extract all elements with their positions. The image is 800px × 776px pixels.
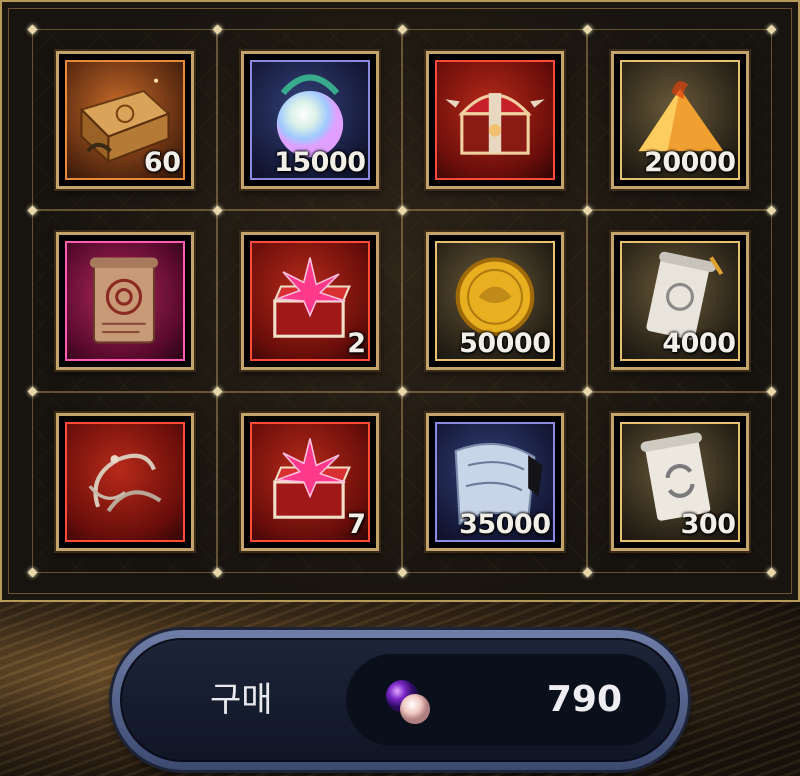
- item-quantity: 4000: [662, 327, 736, 359]
- item-slot-gold-pile[interactable]: 20000: [610, 50, 749, 189]
- item-slot-gold-coin[interactable]: 50000: [425, 231, 564, 370]
- item-slot-silver-cloth[interactable]: 35000: [425, 413, 564, 552]
- grid-cell: 35000: [402, 391, 587, 573]
- item-quantity: 7: [347, 509, 366, 541]
- item-slot-seal-scroll[interactable]: [55, 231, 194, 370]
- item-frame: [64, 240, 185, 361]
- item-slot-spirit-orb[interactable]: 15000: [240, 50, 379, 189]
- item-quantity: 2: [347, 327, 366, 359]
- purple-gem-icon: [386, 680, 430, 724]
- item-slot-rune-scroll[interactable]: 4000: [610, 231, 749, 370]
- purchase-label: 구매: [210, 680, 273, 720]
- price-display: 790: [346, 654, 666, 746]
- purchase-button[interactable]: 구매 790: [112, 630, 688, 770]
- grid-cell: 2: [217, 210, 402, 392]
- item-quantity: 300: [680, 509, 736, 541]
- grid-cell: 300: [587, 391, 772, 573]
- grid-cell: [32, 391, 217, 573]
- hook-rope-icon: [88, 454, 161, 513]
- item-slot-recycle-scroll[interactable]: 300: [610, 413, 749, 552]
- grid-cell: [32, 210, 217, 392]
- price-value: 790: [546, 679, 622, 720]
- grid-cell: 7: [217, 391, 402, 573]
- item-frame: [64, 422, 185, 543]
- item-quantity: 20000: [644, 146, 736, 178]
- grid-cell: [402, 29, 587, 211]
- item-quantity: 15000: [274, 146, 366, 178]
- item-grid: 60 15000 20000 2 50000 4000 7 35000 300: [32, 29, 772, 573]
- item-quantity: 35000: [459, 509, 551, 541]
- grid-cell: 60: [32, 29, 217, 211]
- seal-scroll-icon: [89, 257, 158, 344]
- shop-panel: 60 15000 20000 2 50000 4000 7 35000 300: [0, 0, 800, 602]
- item-slot-red-treasure-chest[interactable]: [425, 50, 564, 189]
- grid-cell: 15000: [217, 29, 402, 211]
- grid-cell: 20000: [587, 29, 772, 211]
- item-slot-crystal-box[interactable]: 7: [240, 413, 379, 552]
- item-slot-hook-rope[interactable]: [55, 413, 194, 552]
- grid-node-ornament: [766, 567, 777, 578]
- purchase-button-inner: 구매 790: [120, 638, 680, 762]
- item-quantity: 60: [143, 146, 181, 178]
- treasure-chest-icon: [444, 92, 545, 155]
- grid-cell: 50000: [402, 210, 587, 392]
- item-slot-ornate-chest[interactable]: 60: [55, 50, 194, 189]
- item-frame: [434, 59, 555, 180]
- item-quantity: 50000: [459, 327, 551, 359]
- item-slot-crystal-box[interactable]: 2: [240, 231, 379, 370]
- grid-cell: 4000: [587, 210, 772, 392]
